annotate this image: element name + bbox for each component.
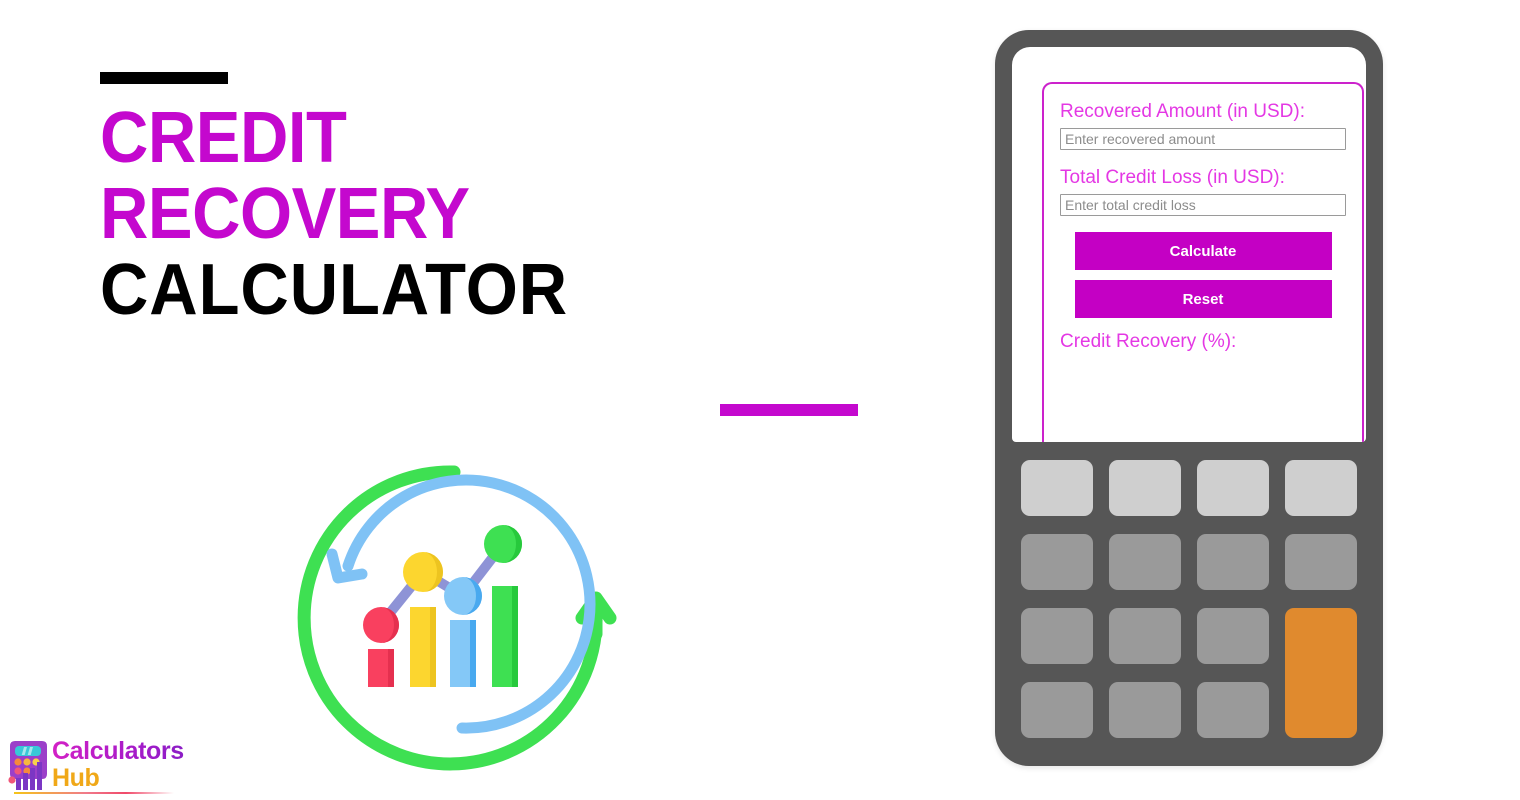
logo-word-hub: Hub [52,764,100,792]
bar-4 [492,586,518,687]
keypad-key-r1c2[interactable] [1109,460,1181,516]
calculators-hub-logo[interactable]: Calculators Hub [4,738,214,796]
calculator-screen: Recovered Amount (in USD): Total Credit … [1012,47,1366,442]
total-credit-loss-input[interactable] [1060,194,1346,216]
keypad-key-r2c3[interactable] [1197,534,1269,590]
bar-2 [410,607,436,687]
bar-1 [368,649,394,687]
keypad-key-r2c4[interactable] [1285,534,1357,590]
credit-recovery-form: Recovered Amount (in USD): Total Credit … [1042,82,1364,442]
dot-4 [484,525,522,563]
title-line-credit: CREDIT [100,98,347,178]
keypad-key-r1c4[interactable] [1285,460,1357,516]
logo-underline [14,792,174,794]
logo-wordmark: Calculators Hub [52,738,212,792]
total-credit-loss-label: Total Credit Loss (in USD): [1060,167,1285,188]
page-title: CREDIT RECOVERY CALCULATOR [100,72,900,416]
keypad-key-r1c3[interactable] [1197,460,1269,516]
keypad-key-r2c1[interactable] [1021,534,1093,590]
keypad-key-r1c1[interactable] [1021,460,1093,516]
calculator-device: Recovered Amount (in USD): Total Credit … [995,30,1383,766]
credit-recovery-chart-illustration [297,465,617,771]
recovered-amount-label: Recovered Amount (in USD): [1060,101,1305,122]
title-top-rule [100,72,228,84]
keypad-key-r3c1[interactable] [1021,608,1093,664]
left-content-panel: CREDIT RECOVERY CALCULATOR Calculators H… [0,0,960,800]
title-line-recovery: RECOVERY [100,174,470,254]
title-bottom-rule [720,404,858,416]
title-line-calculator: CALCULATOR [100,250,569,330]
recovered-amount-input[interactable] [1060,128,1346,150]
dot-1 [363,607,399,643]
logo-word-calculators: Calculators [52,738,212,765]
keypad-key-r4c1[interactable] [1021,682,1093,738]
keypad-key-r4c3[interactable] [1197,682,1269,738]
keypad-key-equals[interactable] [1285,608,1357,738]
bar-3 [450,620,476,687]
keypad-key-r3c3[interactable] [1197,608,1269,664]
calculator-keypad [1021,460,1357,738]
calculator-chart-logo-icon [8,741,47,790]
credit-recovery-result-label: Credit Recovery (%): [1060,331,1237,352]
reset-button[interactable]: Reset [1074,280,1332,318]
keypad-key-r2c2[interactable] [1109,534,1181,590]
keypad-key-r3c2[interactable] [1109,608,1181,664]
calculate-button[interactable]: Calculate [1074,232,1332,270]
outer-green-arc-icon [297,465,617,771]
chart-trend-line [376,539,508,629]
keypad-key-r4c2[interactable] [1109,682,1181,738]
dot-2 [403,552,443,592]
dot-3 [444,577,482,615]
